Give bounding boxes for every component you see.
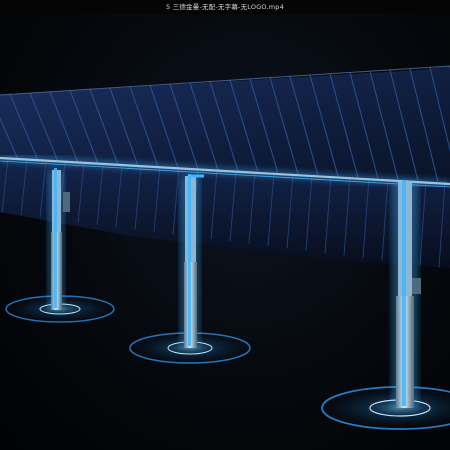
window-title: 5 三德金曼-无配-无字幕-无LOGO.mp4 <box>0 0 450 14</box>
solar-tracker-render <box>0 65 450 430</box>
support-pillar-3 <box>392 180 421 408</box>
ground-ring-3 <box>318 386 450 430</box>
video-frame: 5 三德金曼-无配-无字幕-无LOGO.mp4 <box>0 0 450 450</box>
